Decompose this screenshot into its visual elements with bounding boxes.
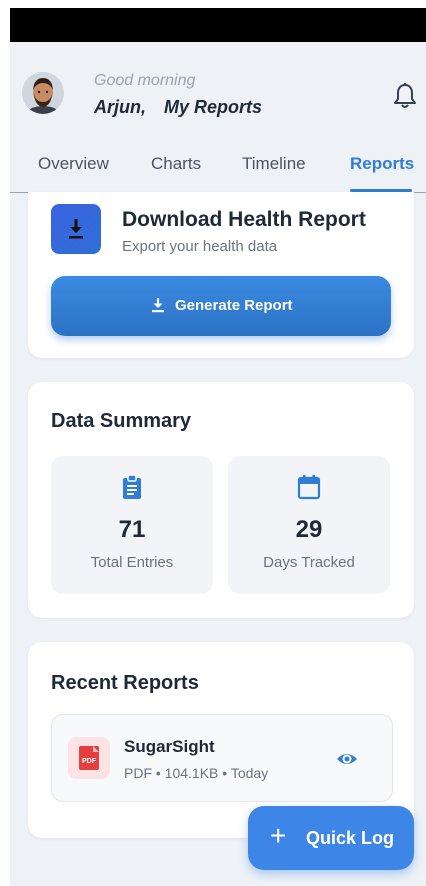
header-title-line: Arjun, My Reports bbox=[94, 97, 262, 118]
bell-icon[interactable] bbox=[392, 82, 418, 110]
stat-total-entries: 71 Total Entries bbox=[51, 456, 213, 594]
tab-overview[interactable]: Overview bbox=[38, 154, 109, 174]
stat-value: 71 bbox=[118, 516, 146, 543]
report-list-item[interactable]: PDF SugarSight PDF • 104.1KB • Today bbox=[51, 714, 393, 802]
status-bar bbox=[10, 8, 426, 42]
calendar-icon bbox=[297, 474, 321, 500]
quick-log-label: Quick Log bbox=[306, 828, 395, 848]
eye-icon[interactable] bbox=[336, 748, 358, 770]
header: Good morning Arjun, My Reports bbox=[10, 42, 426, 134]
tab-bar: Overview Charts Timeline Reports bbox=[10, 134, 426, 193]
report-name: SugarSight bbox=[124, 737, 215, 756]
generate-report-label: Generate Report bbox=[175, 297, 293, 314]
download-card-subtitle: Export your health data bbox=[122, 238, 278, 255]
download-icon bbox=[51, 204, 101, 254]
app-screen: Good morning Arjun, My Reports Overview C… bbox=[10, 8, 426, 886]
tab-timeline[interactable]: Timeline bbox=[242, 154, 306, 174]
data-summary-card: Data Summary 71 Total Entries 29 Days Tr… bbox=[28, 382, 414, 618]
recent-reports-title: Recent Reports bbox=[51, 672, 199, 694]
clipboard-icon bbox=[120, 474, 144, 500]
generate-report-button[interactable]: Generate Report bbox=[51, 276, 391, 336]
pdf-badge-text: PDF bbox=[82, 758, 97, 765]
stat-value: 29 bbox=[295, 516, 323, 543]
stat-label: Days Tracked bbox=[263, 554, 355, 571]
tab-reports[interactable]: Reports bbox=[350, 154, 414, 174]
report-meta: PDF • 104.1KB • Today bbox=[124, 765, 269, 781]
download-icon bbox=[149, 296, 167, 314]
pdf-file-icon: PDF bbox=[68, 737, 110, 779]
data-summary-title: Data Summary bbox=[51, 410, 192, 432]
download-card-title: Download Health Report bbox=[122, 208, 366, 231]
download-report-card: Download Health Report Export your healt… bbox=[28, 192, 414, 358]
stat-label: Total Entries bbox=[90, 554, 174, 571]
user-name: Arjun, bbox=[94, 97, 146, 117]
avatar[interactable] bbox=[22, 72, 64, 114]
plus-icon: + bbox=[270, 820, 287, 851]
tab-charts[interactable]: Charts bbox=[151, 154, 201, 174]
stat-days-tracked: 29 Days Tracked bbox=[228, 456, 390, 594]
quick-log-button[interactable]: + Quick Log bbox=[248, 806, 414, 870]
page-title: My Reports bbox=[164, 97, 263, 117]
greeting-text: Good morning bbox=[94, 72, 196, 89]
